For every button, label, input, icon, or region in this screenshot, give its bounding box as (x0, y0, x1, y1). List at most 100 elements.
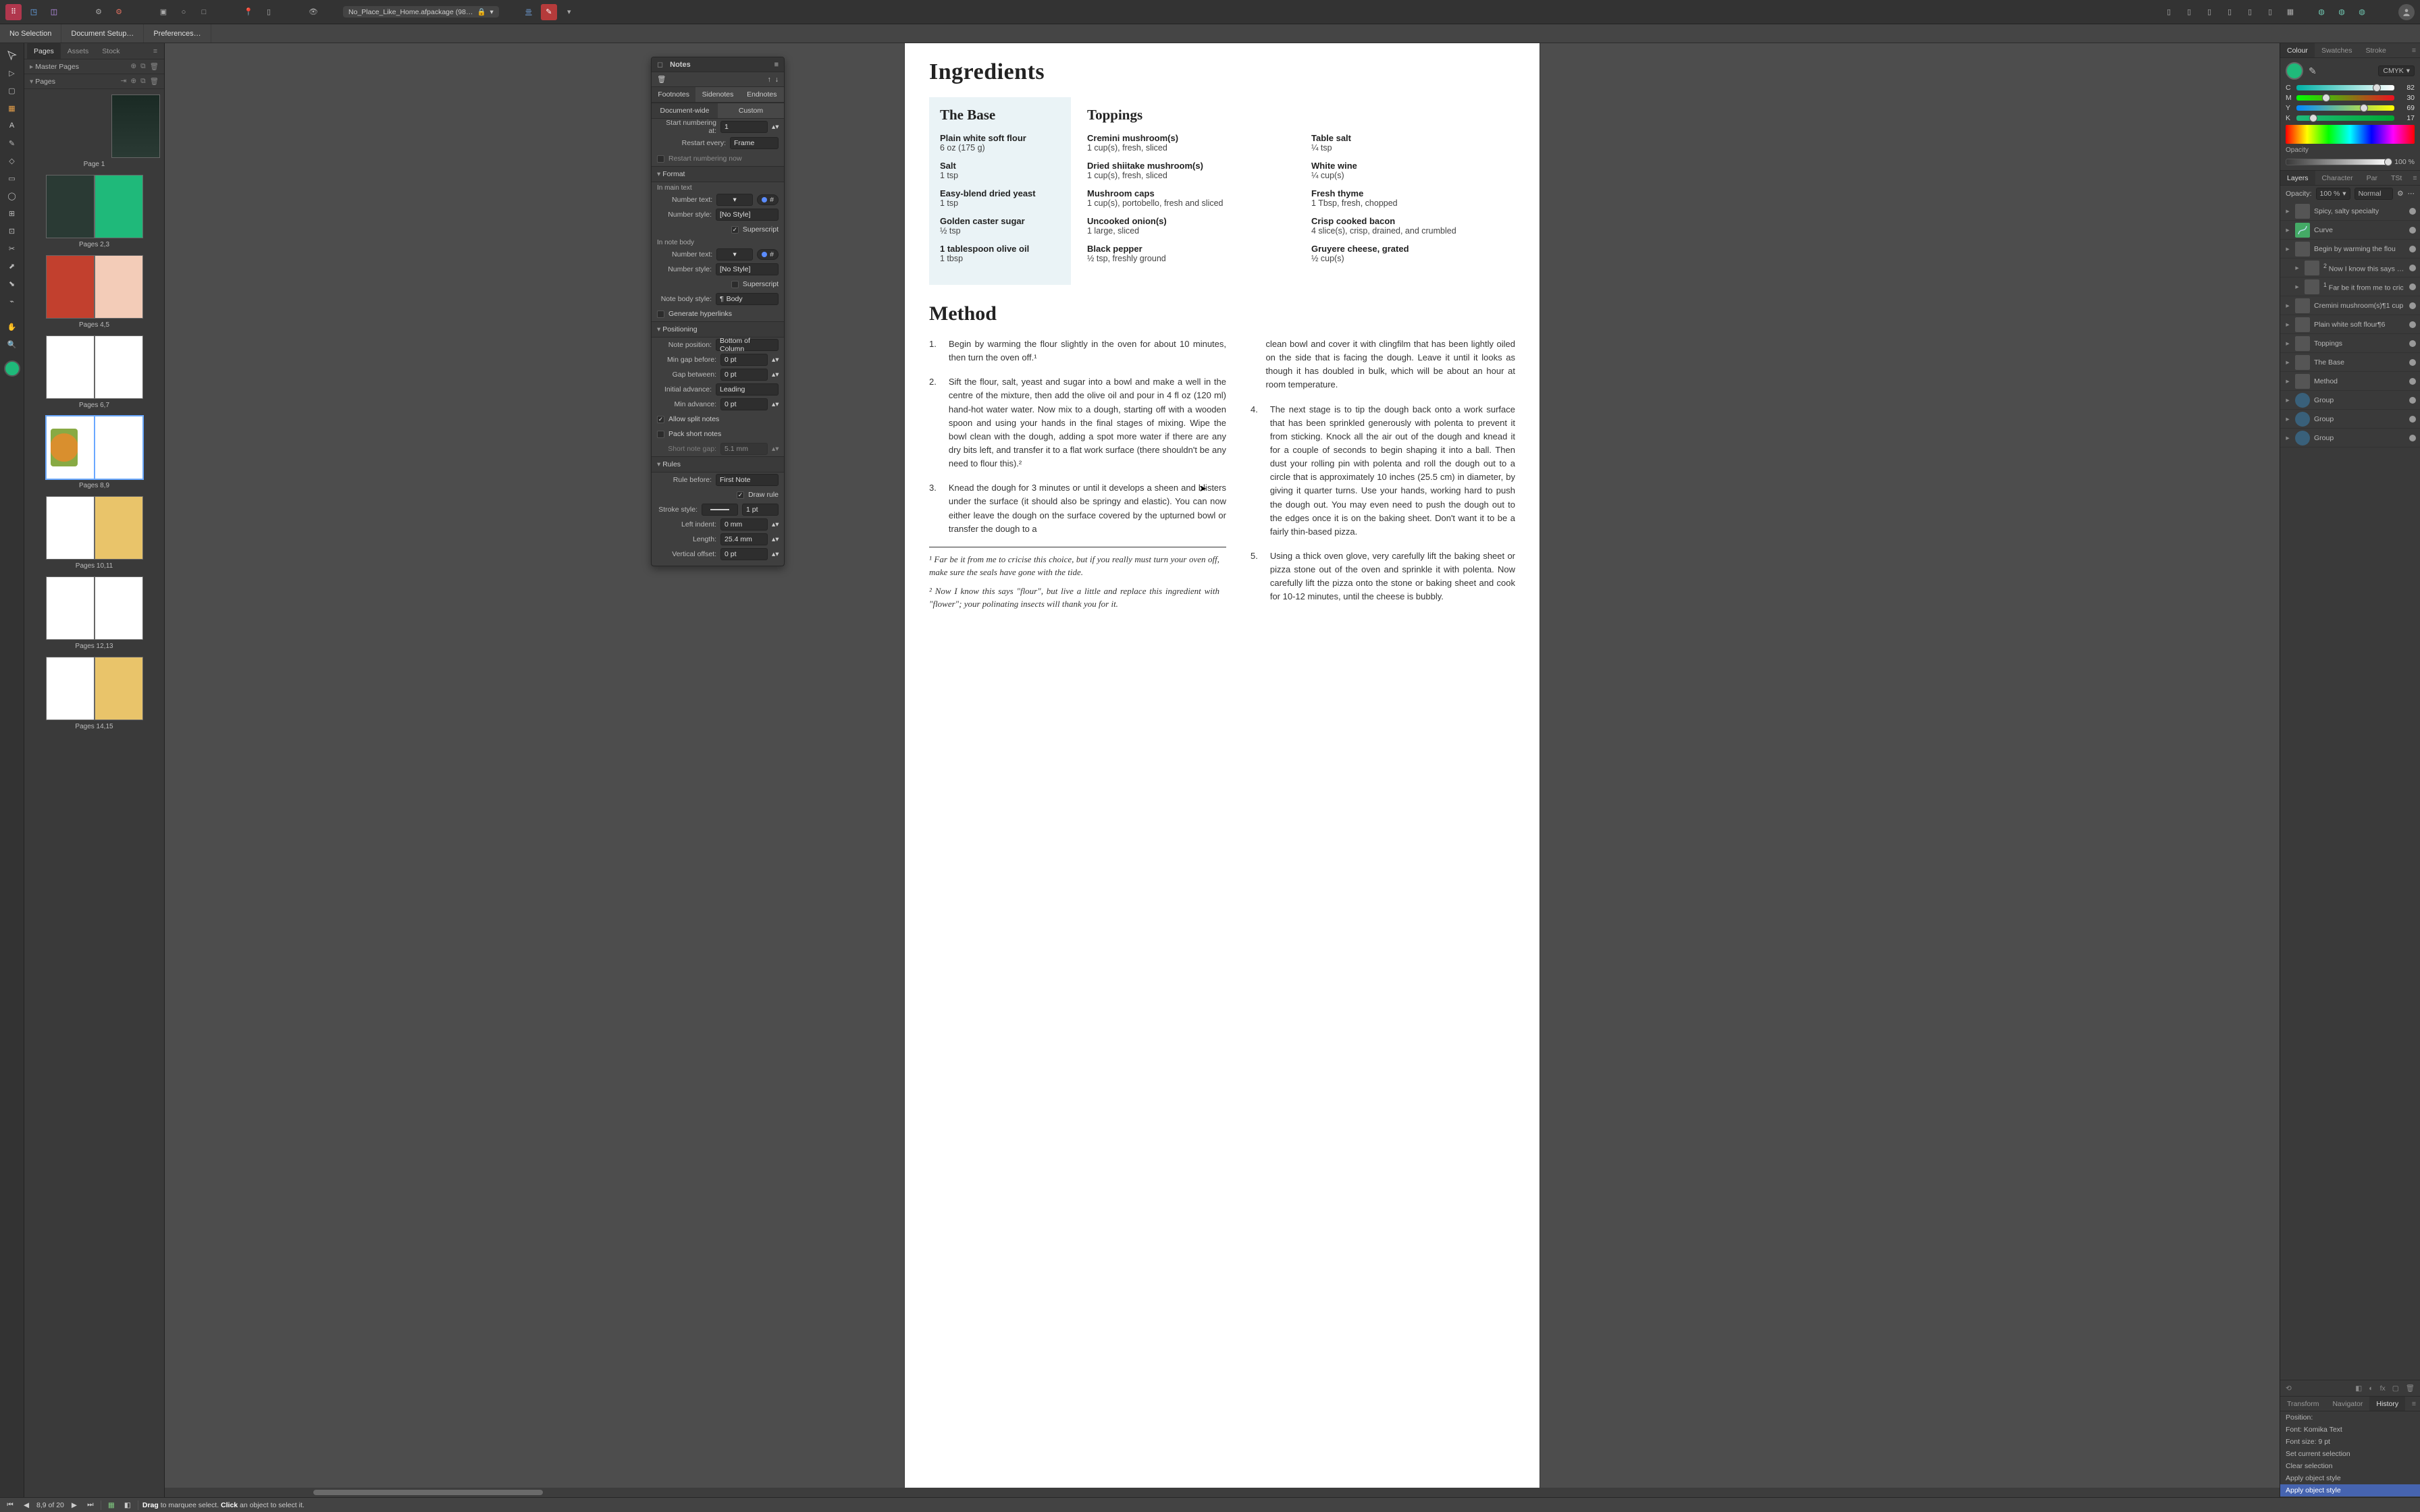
notes-tab-endnotes[interactable]: Endnotes (740, 87, 784, 102)
next-page-icon[interactable]: ▶ (68, 1499, 80, 1511)
align-1-icon[interactable]: ▯ (2161, 4, 2177, 20)
master-pages-header[interactable]: ▸ Master Pages ⊕ ⧉ 🗑 (24, 59, 164, 74)
panel-menu-icon[interactable]: ≡ (774, 61, 779, 69)
text-flow-icon[interactable]: ⇥ (121, 77, 127, 86)
restart-every-dropdown[interactable]: Frame (730, 137, 779, 149)
layer-row[interactable]: ▸Group (2280, 391, 2420, 410)
history-entry[interactable]: Position: (2280, 1411, 2420, 1424)
layer-row[interactable]: ▸1 Far be it from me to cric (2280, 277, 2420, 296)
layer-row[interactable]: ▸Method (2280, 372, 2420, 391)
notes-scope-document[interactable]: Document-wide (652, 103, 718, 118)
account-avatar-icon[interactable] (2398, 4, 2415, 20)
number-text-caret-2[interactable]: ▾ (716, 248, 753, 261)
restart-now-checkbox[interactable] (657, 155, 664, 163)
align-7-icon[interactable]: ▦ (2282, 4, 2298, 20)
stepper-icon[interactable]: ▴▾ (772, 518, 779, 531)
add-master-icon[interactable]: ⊕ (130, 62, 136, 71)
rect-tool[interactable]: ▭ (3, 170, 22, 186)
cloud3-icon[interactable]: ◍ (2354, 4, 2370, 20)
adjust-icon[interactable]: ◐ (2369, 1384, 2373, 1393)
pin-icon[interactable]: 📍 (240, 4, 257, 20)
picker-icon[interactable]: ✎ (2309, 65, 2317, 77)
persona-photo[interactable]: ◫ (46, 4, 62, 20)
spread[interactable] (28, 416, 160, 479)
prev-page-icon[interactable]: ◀ (20, 1499, 32, 1511)
pack-short-checkbox[interactable] (657, 431, 664, 438)
layer-row[interactable]: ▸Toppings (2280, 334, 2420, 353)
panel-menu-icon[interactable]: ≡ (2409, 174, 2420, 182)
tab-swatches[interactable]: Swatches (2315, 43, 2359, 57)
hand-tool[interactable]: ✋ (3, 319, 22, 335)
note-body-style-dropdown[interactable]: ¶Body (716, 293, 779, 305)
allow-split-checkbox[interactable] (657, 416, 664, 423)
next-note-icon[interactable]: ↓ (775, 76, 779, 84)
close-icon[interactable]: ◻ (657, 60, 663, 69)
asset-tool[interactable]: ⊞ (3, 205, 22, 221)
layer-row[interactable]: ▸Group (2280, 429, 2420, 448)
align-4-icon[interactable]: ▯ (2221, 4, 2238, 20)
stepper-icon[interactable]: ▴▾ (772, 121, 779, 133)
vertical-offset-input[interactable]: 0 pt (720, 548, 768, 560)
last-page-icon[interactable]: ⏭ (84, 1499, 97, 1511)
layers-list[interactable]: ▸Spicy, salty specialty▸Curve▸Begin by w… (2280, 202, 2420, 1380)
layer-row[interactable]: ▸Group (2280, 410, 2420, 429)
transparency-tool[interactable]: ⬊ (3, 275, 22, 292)
opacity-slider[interactable] (2286, 159, 2390, 165)
notes-scope-custom[interactable]: Custom (718, 103, 784, 118)
layer-row[interactable]: ▸Spicy, salty specialty (2280, 202, 2420, 221)
colour-slider-m[interactable]: M 30 (2286, 94, 2415, 102)
start-at-input[interactable]: 1 (720, 121, 768, 133)
fx-icon[interactable]: fx (2380, 1384, 2386, 1393)
align-5-icon[interactable]: ▯ (2242, 4, 2258, 20)
scrollbar-thumb[interactable] (313, 1490, 543, 1495)
delete-note-icon[interactable]: 🗑 (657, 75, 666, 84)
notes-tab-sidenotes[interactable]: Sidenotes (695, 87, 739, 102)
auto-scroll-icon[interactable]: ⟲ (2286, 1384, 2292, 1393)
spread[interactable] (28, 657, 160, 720)
style-box-icon[interactable]: ▣ (155, 4, 172, 20)
preflight-icon[interactable]: ✎ (541, 4, 557, 20)
mask-icon[interactable]: ◧ (2355, 1384, 2362, 1393)
initial-advance-dropdown[interactable]: Leading (716, 383, 779, 396)
gear-icon[interactable]: ⚙ (2397, 190, 2403, 198)
history-entry[interactable]: Font size: 9 pt (2280, 1436, 2420, 1448)
settings-alt-icon[interactable]: ⚙ (111, 4, 127, 20)
layer-row[interactable]: ▸Curve (2280, 221, 2420, 240)
layer-row[interactable]: ▸2 Now I know this says "flo (2280, 259, 2420, 277)
colour-spectrum[interactable] (2286, 125, 2415, 144)
settings-icon[interactable]: ⚙ (90, 4, 107, 20)
tab-colour[interactable]: Colour (2280, 43, 2315, 57)
history-entry[interactable]: Apply object style (2280, 1484, 2420, 1496)
layer-row[interactable]: ▸Begin by warming the flou (2280, 240, 2420, 259)
spread[interactable] (28, 255, 160, 319)
square-icon[interactable]: □ (196, 4, 212, 20)
pages-header[interactable]: ▾ Pages ⇥ ⊕ ⧉ 🗑 (24, 74, 164, 89)
align-6-icon[interactable]: ▯ (2262, 4, 2278, 20)
tab-stroke[interactable]: Stroke (2359, 43, 2392, 57)
tab-pages[interactable]: Pages (27, 43, 61, 59)
tab-character[interactable]: Character (2315, 171, 2360, 185)
snap-icon[interactable]: ▦ (105, 1499, 117, 1511)
tab-stock[interactable]: Stock (95, 43, 126, 59)
persona-designer[interactable]: ◳ (26, 4, 42, 20)
preflight-caret[interactable]: ▾ (561, 4, 577, 20)
notes-section-format[interactable]: Format (652, 166, 784, 182)
fill-tool[interactable]: ⬈ (3, 258, 22, 274)
tab-paragraph[interactable]: Par (2360, 171, 2384, 185)
tab-navigator[interactable]: Navigator (2325, 1397, 2369, 1411)
history-entry[interactable]: Set current selection (2280, 1448, 2420, 1460)
canvas[interactable]: Ingredients The Base Plain white soft fl… (165, 43, 2280, 1497)
del-master-icon[interactable]: 🗑 (150, 62, 159, 71)
notes-panel-header[interactable]: ◻ Notes ≡ (652, 57, 784, 72)
prev-note-icon[interactable]: ↑ (768, 76, 771, 84)
number-text-pill-2[interactable]: # (757, 249, 779, 260)
add-page-icon[interactable]: ⊕ (130, 77, 136, 86)
pen-tool[interactable]: ✎ (3, 135, 22, 151)
tab-assets[interactable]: Assets (61, 43, 96, 59)
lock-icon[interactable]: ▯ (261, 4, 277, 20)
stepper-icon[interactable]: ▴▾ (772, 533, 779, 545)
preview-icon[interactable]: 👁 (305, 4, 321, 20)
cloud1-icon[interactable]: ◍ (2313, 4, 2330, 20)
shape-tool[interactable]: ◇ (3, 153, 22, 169)
text-frame-tool[interactable]: ▢ (3, 82, 22, 99)
